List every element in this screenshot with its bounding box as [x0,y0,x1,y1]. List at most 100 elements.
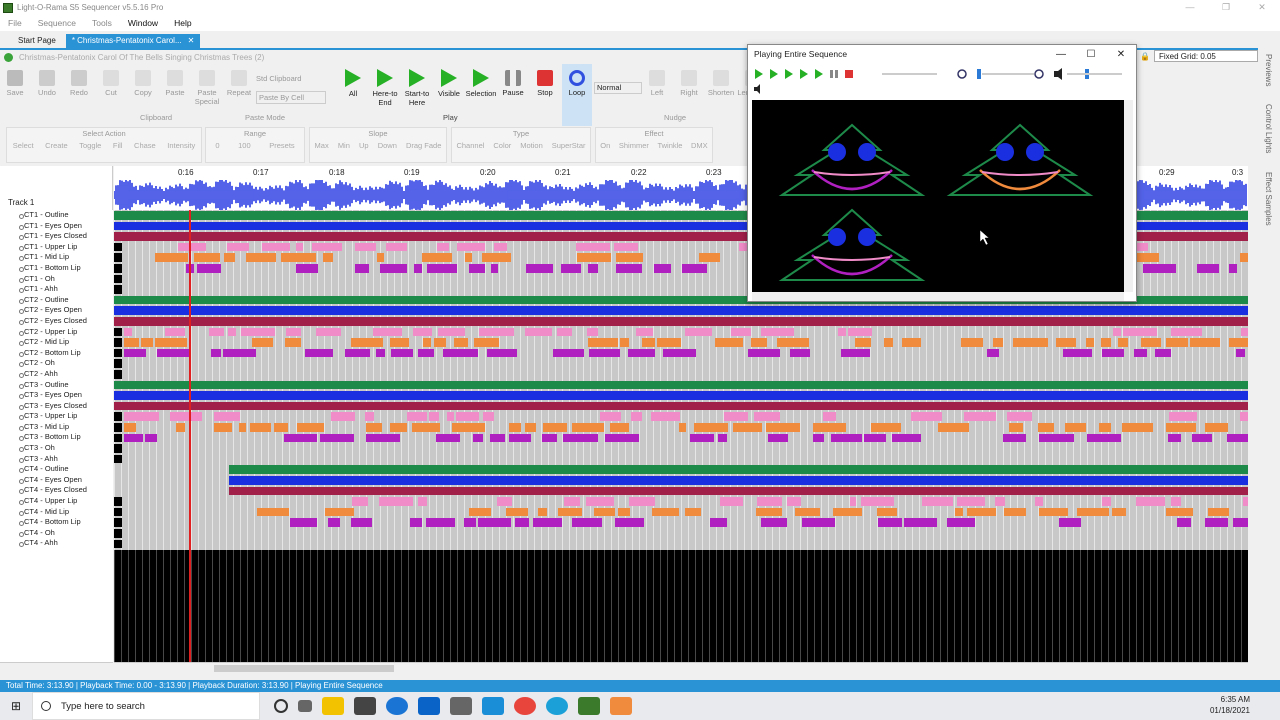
effect-bar[interactable] [178,242,206,252]
effect-bar[interactable] [155,253,188,262]
grid-row[interactable] [114,390,1248,401]
effect-bar[interactable] [861,497,894,506]
effect-bar[interactable] [761,327,794,337]
minimize-button[interactable]: — [1172,0,1208,15]
effect-bar[interactable] [594,507,615,517]
grid-row[interactable] [114,411,1248,422]
effect-bar[interactable] [414,264,422,273]
effect-bar[interactable] [351,518,372,527]
effect-bar[interactable] [274,423,288,432]
cortana-icon[interactable] [274,699,288,713]
effect-bar[interactable] [515,518,529,527]
dmx-button[interactable]: DMX [691,141,708,150]
effect-bar[interactable] [1087,433,1121,443]
effect-bar[interactable] [197,264,221,273]
effect-bar[interactable] [911,412,942,421]
grid-row[interactable] [114,337,1248,348]
effect-bar[interactable] [1168,433,1181,443]
effect-bar[interactable] [390,423,407,432]
effect-bar[interactable] [376,348,385,358]
effect-bar[interactable] [1169,412,1197,421]
effect-bar[interactable] [316,327,341,337]
preview-horizontal-scrollbar[interactable] [752,292,1124,301]
effect-bar[interactable] [587,327,598,337]
effect-bar[interactable] [884,338,893,347]
menu-sequence[interactable]: Sequence [38,18,76,28]
effect-bar[interactable] [290,518,317,527]
range-from-input[interactable]: 0 [215,141,219,150]
effect-bar[interactable] [1059,518,1081,527]
fixed-grid-dropdown[interactable]: Fixed Grid: 0.05 [1153,50,1258,62]
effect-bar[interactable] [558,507,582,517]
color-button[interactable]: Color [493,141,511,150]
effect-bar[interactable] [1166,338,1188,347]
effect-bar[interactable] [447,412,454,421]
effect-bar[interactable] [1143,264,1176,273]
chase-button[interactable]: Chase [134,141,156,150]
effect-bar[interactable] [855,338,871,347]
channel-label[interactable]: CT2 - Upper Lip [0,327,113,338]
effect-bar[interactable] [628,348,655,358]
grid-row[interactable] [114,517,1248,528]
effect-bar[interactable] [1113,327,1121,337]
grid-row[interactable] [114,358,1248,369]
shimmer-button[interactable]: Shimmer [619,141,649,150]
effect-bar[interactable] [194,253,220,262]
maximize-button[interactable]: ❐ [1208,0,1244,15]
effect-bar[interactable] [482,253,511,262]
effect-bar[interactable] [1205,518,1228,527]
effect-bar[interactable] [1240,253,1248,262]
effect-bar[interactable] [391,348,413,358]
effect-bar[interactable] [1056,338,1076,347]
effect-bar[interactable] [542,433,557,443]
effect-bar[interactable] [1077,507,1109,517]
effect-bar[interactable] [586,497,614,506]
effect-bar[interactable] [589,348,620,358]
effect-bar[interactable] [1086,338,1094,347]
effect-bar[interactable] [600,412,621,421]
task-view-icon[interactable] [298,700,312,712]
effect-bar[interactable] [1122,423,1153,432]
grid-row[interactable] [114,401,1248,412]
select-button[interactable]: Select [13,141,34,150]
effect-bar[interactable] [214,412,240,421]
effect-bar[interactable] [533,518,562,527]
channel-label[interactable]: CT2 - Outline [0,295,113,306]
grid-row[interactable] [114,507,1248,518]
effect-bar[interactable] [165,327,185,337]
effect-bar[interactable] [1003,433,1026,443]
effect-bar[interactable] [427,264,457,273]
effect-bar[interactable] [892,433,921,443]
play-speed-dropdown[interactable]: Normal [594,82,642,94]
effect-bar[interactable] [355,242,376,252]
effect-bar[interactable] [418,348,434,358]
effect-bar[interactable] [241,327,275,337]
channel-label[interactable]: CT1 - Mid Lip [0,252,113,263]
effect-bar[interactable] [436,433,460,443]
play-all-button[interactable]: All [338,64,368,126]
effect-bar[interactable] [557,327,572,337]
effect-bar[interactable] [124,423,136,432]
effect-bar[interactable] [228,327,236,337]
effect-bar[interactable] [312,242,342,252]
effect-bar[interactable] [1190,338,1220,347]
tab-sequence[interactable]: * Christmas-Pentatonix Carol... ✕ [65,34,201,48]
effect-bar[interactable] [454,338,468,347]
effect-bar[interactable] [618,507,630,517]
effect-bar[interactable] [386,242,407,252]
channel-label[interactable]: CT2 - Ahh [0,369,113,380]
effect-bar[interactable] [114,391,1248,400]
effect-bar[interactable] [377,253,384,262]
effect-bar[interactable] [124,412,159,421]
effect-bar[interactable] [757,497,782,506]
effect-bar[interactable] [1229,338,1248,347]
effect-bar[interactable] [351,338,383,347]
effect-bar[interactable] [605,433,639,443]
channel-label[interactable]: CT1 - Bottom Lip [0,263,113,274]
twinkle-button[interactable]: Twinkle [657,141,682,150]
effect-bar[interactable] [564,497,580,506]
effect-bar[interactable] [710,518,727,527]
effect-bar[interactable] [766,423,800,432]
effect-bar[interactable] [373,327,402,337]
effect-bar[interactable] [426,518,455,527]
